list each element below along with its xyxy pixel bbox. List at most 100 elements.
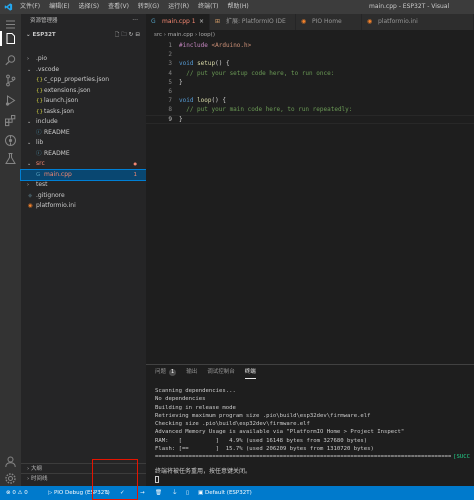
- line-number: 5: [168, 78, 172, 86]
- breadcrumb[interactable]: src › main.cpp › loop(): [146, 30, 474, 41]
- code-line: void setup() {: [179, 60, 230, 68]
- annotation-highlight-box: [92, 459, 138, 500]
- collapse-all-icon[interactable]: ⊟: [135, 32, 142, 38]
- pio-serial-monitor-icon[interactable]: ⏚: [172, 486, 178, 500]
- line-number: 6: [168, 88, 172, 95]
- project-name: ESP32T: [32, 32, 56, 38]
- tree-folder[interactable]: › .pio: [21, 54, 146, 65]
- account-icon[interactable]: [4, 455, 17, 468]
- tree-folder[interactable]: ⌄ lib: [21, 138, 146, 149]
- tree-file[interactable]: {} extensions.json: [21, 86, 146, 97]
- search-icon[interactable]: [4, 54, 17, 67]
- tab-terminal[interactable]: 终端: [244, 365, 256, 379]
- tab-label: PIO Home: [312, 18, 342, 25]
- tree-item-label: launch.json: [44, 97, 79, 104]
- cpp-icon: G: [36, 171, 41, 178]
- outline-label: 大纲: [30, 466, 42, 472]
- code-token: #include: [179, 42, 212, 49]
- tree-item-label: README: [44, 128, 70, 136]
- code-line: // put your main code here, to run repea…: [179, 105, 352, 114]
- menu-file[interactable]: 文件(F): [20, 0, 40, 14]
- code-line: }: [179, 115, 183, 123]
- settings-gear-icon[interactable]: [4, 472, 17, 485]
- tree-item-label: extensions.json: [44, 86, 91, 94]
- code-token: void: [179, 97, 198, 105]
- line-number: 3: [168, 60, 172, 68]
- menu-selection[interactable]: 选择(S): [79, 0, 100, 14]
- pio-upload-icon[interactable]: →: [140, 486, 145, 500]
- new-folder-icon[interactable]: 🗀: [121, 32, 129, 38]
- run-debug-icon[interactable]: [4, 94, 17, 107]
- tab-main-cpp[interactable]: G main.cpp 1 ×: [146, 14, 210, 30]
- tree-folder[interactable]: ⌄ .vscode: [21, 65, 146, 76]
- tree-file[interactable]: ◆ .gitignore: [21, 191, 146, 202]
- cpp-file-icon: G: [151, 18, 156, 25]
- tab-platformio-ini[interactable]: ◉ platformio.ini: [362, 14, 474, 30]
- active-indicator: [0, 31, 2, 46]
- tab-label: 扩展: PlatformIO IDE: [226, 18, 286, 25]
- tab-debug-console[interactable]: 调试控制台: [207, 365, 235, 379]
- tree-item-label: lib: [36, 139, 44, 146]
- tab-output[interactable]: 输出: [186, 365, 197, 379]
- menu-go[interactable]: 转到(G): [138, 0, 159, 14]
- tree-file[interactable]: Gmain.cpp 1: [20, 168, 147, 181]
- file-tree: › .pio ⌄ .vscode{} c_cpp_properties.json{} ex…: [20, 54, 147, 212]
- separator-rule: ========================================…: [155, 454, 470, 461]
- code-editor[interactable]: 1 2 3 4 5 6 7 8 9 #include <Arduino.h> v…: [146, 41, 474, 364]
- source-control-icon[interactable]: [4, 74, 17, 87]
- tree-folder[interactable]: ⌄ src ●: [21, 159, 146, 170]
- tree-file[interactable]: ◉ platformio.ini: [21, 201, 146, 212]
- extensions-icon[interactable]: [4, 114, 17, 127]
- files-icon[interactable]: [4, 32, 17, 45]
- terminal-line: No dependencies: [155, 396, 206, 403]
- tab-label: 输出: [186, 369, 198, 375]
- code-token: loop: [197, 97, 212, 105]
- explorer-header: 资源管理器: [30, 18, 58, 24]
- line-number: 1: [168, 42, 172, 49]
- tree-file[interactable]: {} tasks.json: [21, 107, 146, 118]
- terminal-line: Flash: [== ] 15.7% (used 206209 bytes fr…: [155, 446, 374, 453]
- tree-item-label: src: [36, 160, 45, 167]
- platformio-icon[interactable]: [4, 134, 17, 147]
- chevron-right-icon: ›: [27, 56, 29, 62]
- close-icon[interactable]: ×: [199, 14, 204, 30]
- tree-folder[interactable]: ⌄ include: [21, 117, 146, 128]
- pio-clean-icon[interactable]: 🗑: [155, 486, 162, 500]
- info-icon: ⓘ: [36, 129, 42, 136]
- menu-run[interactable]: 运行(R): [168, 0, 189, 14]
- tree-file[interactable]: ⓘ README: [21, 149, 146, 160]
- platformio-icon: ◉: [28, 203, 33, 209]
- tree-item-label: README: [44, 149, 70, 157]
- tab-label: 问题: [155, 369, 167, 375]
- code-line: void loop() {: [179, 97, 226, 105]
- tree-file[interactable]: {} launch.json: [21, 96, 146, 107]
- tree-item-label: .gitignore: [36, 191, 65, 199]
- pio-terminal-icon[interactable]: ▯: [186, 486, 189, 500]
- terminal-line: Retrieving maximum program size .pio\bui…: [155, 412, 371, 419]
- chevron-down-icon: ⌄: [27, 140, 32, 146]
- menu-view[interactable]: 查看(V): [108, 0, 129, 14]
- tree-file[interactable]: {} c_cpp_properties.json: [21, 75, 146, 86]
- tree-folder[interactable]: › test: [21, 180, 146, 191]
- menu-icon[interactable]: [4, 18, 17, 31]
- tab-label: 终端: [244, 369, 256, 375]
- tree-item-label: test: [36, 181, 48, 188]
- terminal-line: Advanced Memory Usage is available via "…: [155, 429, 405, 436]
- menu-edit[interactable]: 编辑(E): [49, 0, 69, 14]
- test-icon[interactable]: [4, 152, 17, 165]
- problems-status[interactable]: ⊗ 0 ⚠ 0: [6, 486, 28, 500]
- menu-terminal[interactable]: 终端(T): [198, 0, 218, 14]
- tree-file[interactable]: ⓘ README: [21, 128, 146, 139]
- menu-help[interactable]: 帮助(H): [227, 0, 248, 14]
- tab-pio-home[interactable]: ◉ PIO Home: [296, 14, 362, 30]
- tab-platformio-extension[interactable]: ⊞ 扩展: PlatformIO IDE: [210, 14, 296, 30]
- tab-problems[interactable]: 问题 1: [155, 365, 177, 379]
- code-token: setup: [197, 60, 216, 68]
- timeline-label: 时间线: [30, 476, 48, 482]
- explorer-more-icon[interactable]: ···: [132, 14, 138, 28]
- error-count-badge: 1: [133, 171, 138, 178]
- git-icon: ◆: [28, 192, 33, 199]
- code-line: #include <Arduino.h>: [179, 41, 251, 50]
- terminal-output[interactable]: Scanning dependencies... No dependencies B…: [155, 387, 470, 453]
- pio-environment-status[interactable]: ▣ Default (ESP32T): [198, 486, 252, 500]
